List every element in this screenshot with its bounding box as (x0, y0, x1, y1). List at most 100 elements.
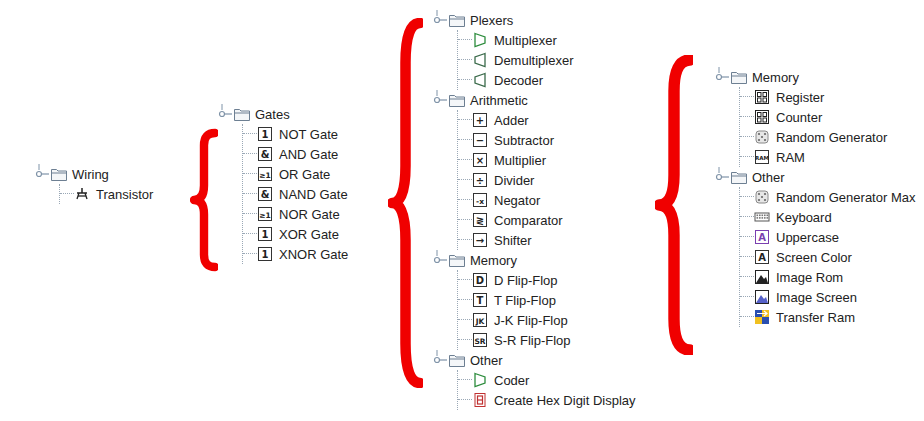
component-item[interactable]: JKJ-K Flip-Flop (458, 310, 645, 330)
component-item[interactable]: ×Multiplier (458, 150, 645, 170)
component-label[interactable]: NAND Gate (279, 187, 348, 202)
component-item[interactable]: TT Flip-Flop (458, 290, 645, 310)
folder-row[interactable]: Wiring (35, 164, 190, 184)
folder-row[interactable]: Memory (433, 250, 645, 270)
expand-toggle-icon[interactable] (433, 250, 447, 270)
component-item[interactable]: ÷Divider (458, 170, 645, 190)
component-icon: ≷ (472, 212, 488, 228)
component-label[interactable]: Image Screen (776, 290, 857, 305)
component-item[interactable]: 1XNOR Gate (243, 244, 388, 264)
component-item[interactable]: SRS-R Flip-Flop (458, 330, 645, 350)
component-item[interactable]: Create Hex Digit Display (458, 390, 645, 410)
component-label[interactable]: XNOR Gate (279, 247, 348, 262)
component-item[interactable]: ≥1OR Gate (243, 164, 388, 184)
component-item[interactable]: A Screen Color (740, 247, 915, 267)
component-item[interactable]: Random Generator (740, 127, 915, 147)
component-label[interactable]: Screen Color (776, 250, 852, 265)
folder-row[interactable]: Memory (715, 67, 915, 87)
component-label[interactable]: XOR Gate (279, 227, 339, 242)
folder-label[interactable]: Memory (470, 253, 517, 268)
component-item[interactable]: Image Rom (740, 267, 915, 287)
expand-toggle-icon[interactable] (433, 350, 447, 370)
component-item[interactable]: Counter (740, 107, 915, 127)
component-label[interactable]: Random Generator Max (776, 190, 915, 205)
component-item[interactable]: &AND Gate (243, 144, 388, 164)
component-label[interactable]: Shifter (494, 233, 532, 248)
component-item[interactable]: AUppercase (740, 227, 915, 247)
component-label[interactable]: Keyboard (776, 210, 832, 225)
component-item[interactable]: -xNegator (458, 190, 645, 210)
folder-row[interactable]: Other (715, 167, 915, 187)
component-icon: − (472, 132, 488, 148)
expand-toggle-icon[interactable] (715, 167, 729, 187)
icon-glyph: A (758, 252, 766, 263)
component-label[interactable]: Image Rom (776, 270, 843, 285)
component-label[interactable]: Decoder (494, 73, 543, 88)
component-label[interactable]: Demultiplexer (494, 53, 573, 68)
component-item[interactable]: 1NOT Gate (243, 124, 388, 144)
folder-children: +Adder−Subtractor×Multiplier÷Divider-xNe… (457, 110, 645, 250)
component-label[interactable]: NOT Gate (279, 127, 338, 142)
component-item[interactable]: −Subtractor (458, 130, 645, 150)
component-label[interactable]: Divider (494, 173, 534, 188)
folder-row[interactable]: Other (433, 350, 645, 370)
folder-label[interactable]: Memory (752, 70, 799, 85)
component-label[interactable]: Subtractor (494, 133, 554, 148)
folder-label[interactable]: Other (752, 170, 785, 185)
component-item[interactable]: Image Screen (740, 287, 915, 307)
folder-row[interactable]: Plexers (433, 10, 645, 30)
component-label[interactable]: J-K Flip-Flop (494, 313, 568, 328)
folder-label[interactable]: Gates (255, 107, 290, 122)
component-item[interactable]: Register (740, 87, 915, 107)
component-label[interactable]: AND Gate (279, 147, 338, 162)
component-item[interactable]: Decoder (458, 70, 645, 90)
folder-label[interactable]: Arithmetic (470, 93, 528, 108)
folder-label[interactable]: Other (470, 353, 503, 368)
expand-toggle-icon[interactable] (35, 164, 49, 184)
component-item[interactable]: Random Generator Max (740, 187, 915, 207)
folder-icon (449, 353, 465, 367)
component-item[interactable]: Keyboard (740, 207, 915, 227)
component-item[interactable]: Transistor (60, 184, 190, 204)
component-label[interactable]: OR Gate (279, 167, 330, 182)
expand-toggle-icon[interactable] (433, 90, 447, 110)
component-label[interactable]: D Flip-Flop (494, 273, 558, 288)
folder-row[interactable]: Arithmetic (433, 90, 645, 110)
component-label[interactable]: NOR Gate (279, 207, 340, 222)
component-item[interactable]: Transfer Ram (740, 307, 915, 327)
component-label[interactable]: Multiplexer (494, 33, 557, 48)
component-label[interactable]: Counter (776, 110, 822, 125)
component-label[interactable]: Coder (494, 373, 529, 388)
component-label[interactable]: Uppercase (776, 230, 839, 245)
component-item[interactable]: RAMRAM (740, 147, 915, 167)
component-item[interactable]: ≷ Comparator (458, 210, 645, 230)
component-label[interactable]: S-R Flip-Flop (494, 333, 571, 348)
component-item[interactable]: DD Flip-Flop (458, 270, 645, 290)
component-label[interactable]: Transfer Ram (776, 310, 855, 325)
component-item[interactable]: 1 XOR Gate (243, 224, 388, 244)
component-label[interactable]: Negator (494, 193, 540, 208)
component-label[interactable]: Comparator (494, 213, 563, 228)
component-item[interactable]: &NAND Gate (243, 184, 388, 204)
component-item[interactable]: Coder (458, 370, 645, 390)
component-label[interactable]: Register (776, 90, 824, 105)
component-label[interactable]: RAM (776, 150, 805, 165)
component-label[interactable]: Adder (494, 113, 529, 128)
icon-glyph: 1 (262, 229, 269, 240)
component-label[interactable]: Multiplier (494, 153, 546, 168)
expand-toggle-icon[interactable] (715, 67, 729, 87)
component-item[interactable]: ≥1NOR Gate (243, 204, 388, 224)
component-label[interactable]: T Flip-Flop (494, 293, 556, 308)
expand-toggle-icon[interactable] (433, 10, 447, 30)
component-item[interactable]: Multiplexer (458, 30, 645, 50)
component-item[interactable]: Demultiplexer (458, 50, 645, 70)
component-label[interactable]: Create Hex Digit Display (494, 393, 636, 408)
folder-label[interactable]: Plexers (470, 13, 513, 28)
component-item[interactable]: +Adder (458, 110, 645, 130)
component-label[interactable]: Random Generator (776, 130, 887, 145)
folder-label[interactable]: Wiring (72, 167, 109, 182)
component-label[interactable]: Transistor (96, 187, 153, 202)
component-item[interactable]: →Shifter (458, 230, 645, 250)
expand-toggle-icon[interactable] (218, 104, 232, 124)
folder-row[interactable]: Gates (218, 104, 388, 124)
